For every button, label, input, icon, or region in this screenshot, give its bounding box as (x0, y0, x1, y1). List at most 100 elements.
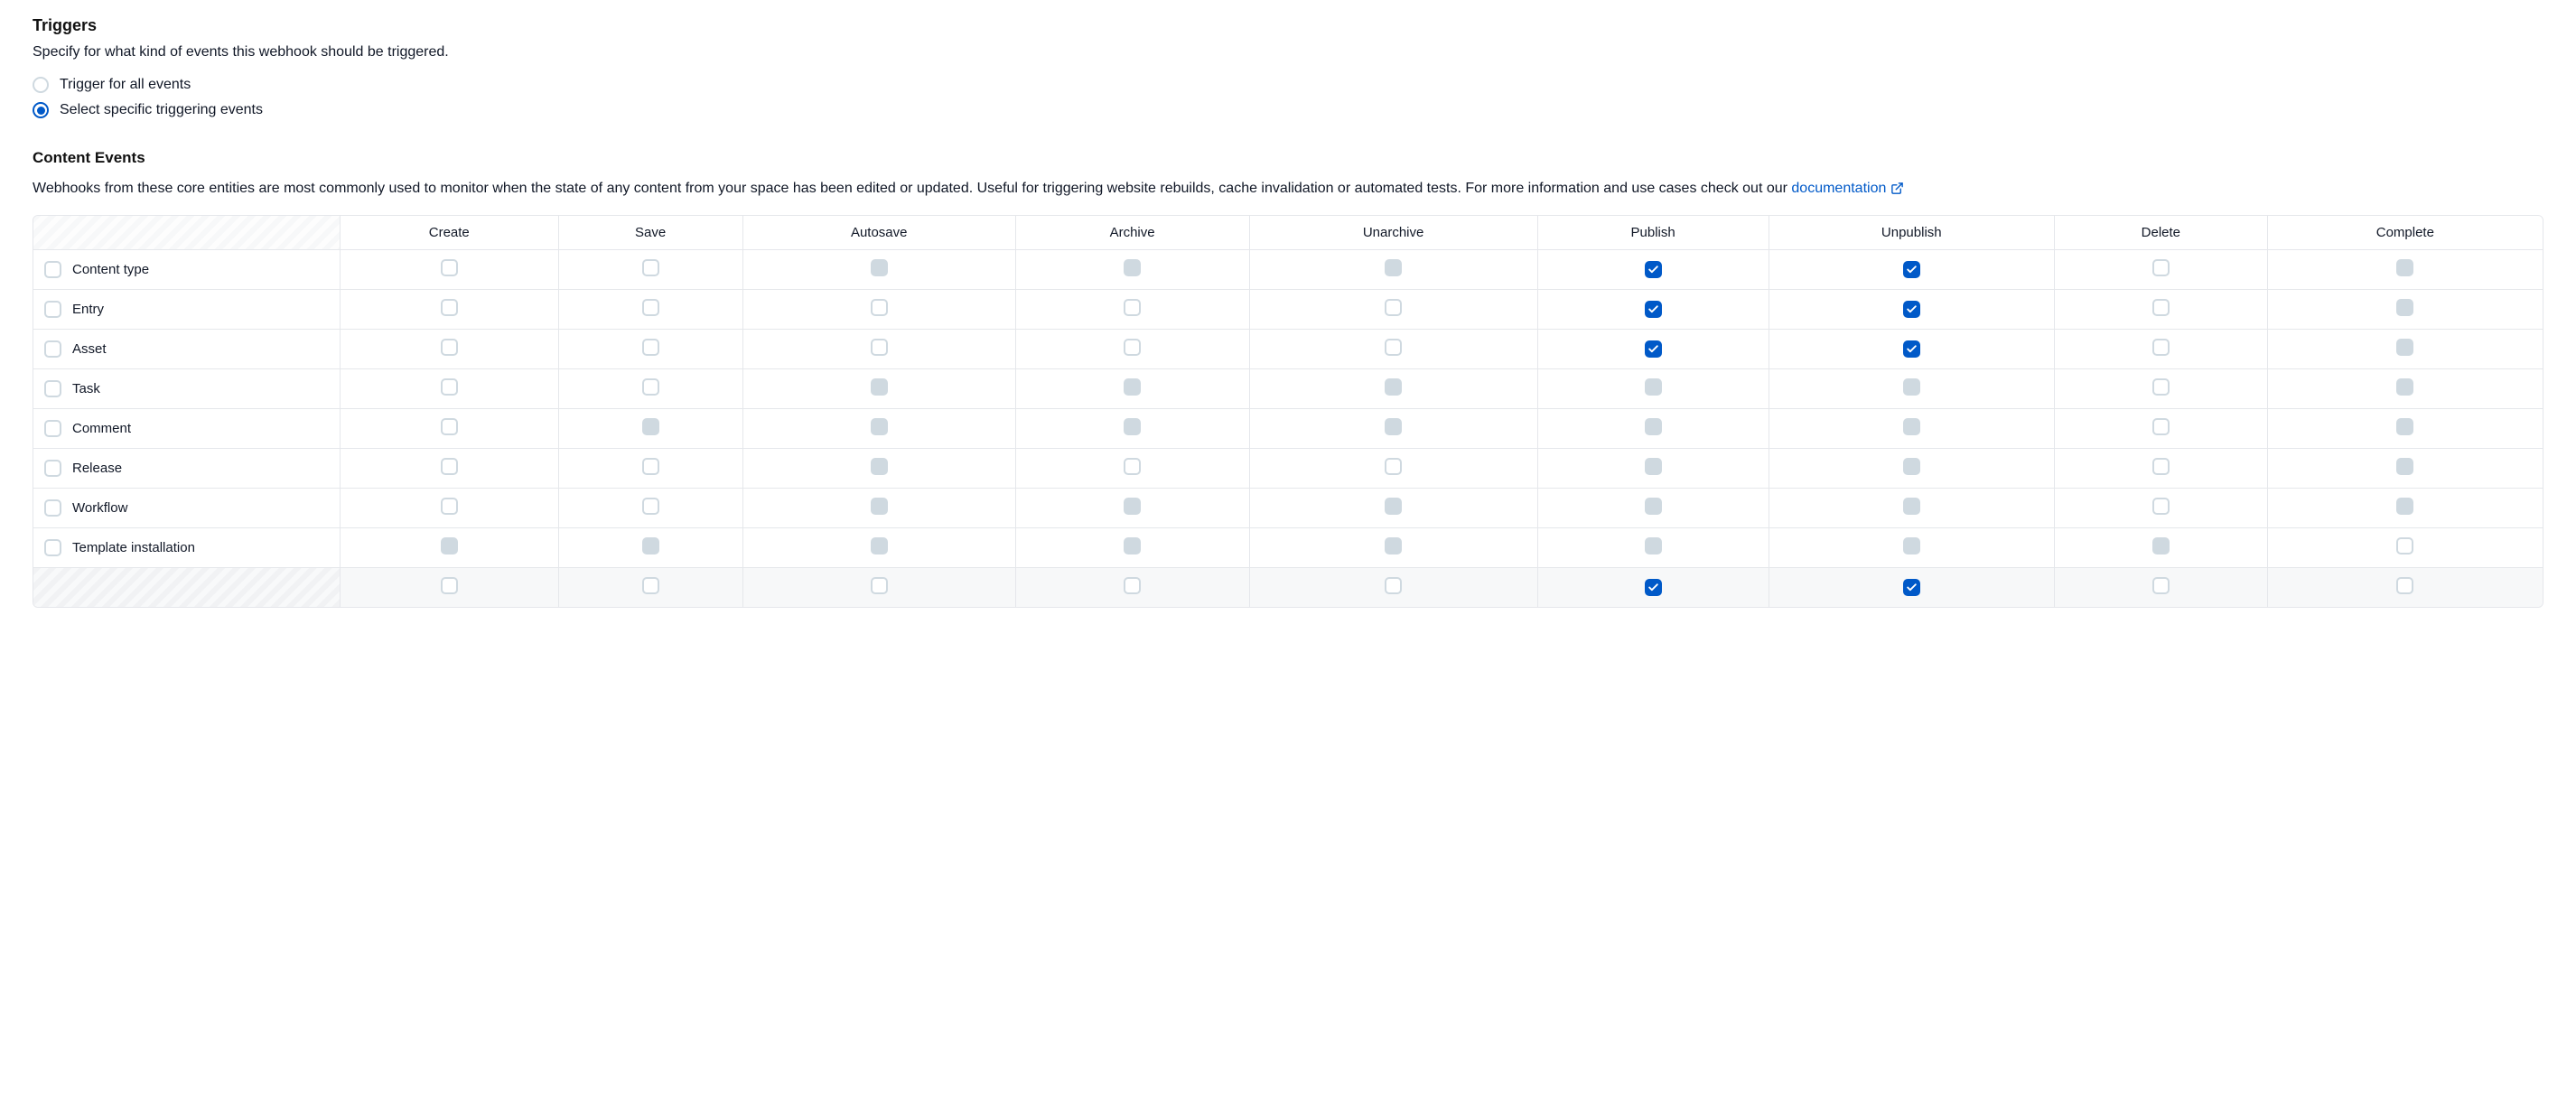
summary-cell-unpublish (1769, 568, 2055, 607)
table-row: Task (33, 369, 2543, 409)
summary-row (33, 568, 2543, 607)
checkbox-workflow-archive (1124, 498, 1141, 515)
checkbox-entry-save[interactable] (642, 299, 659, 316)
checkbox-template-installation-complete[interactable] (2396, 537, 2413, 554)
trigger-all-radio-row[interactable]: Trigger for all events (33, 77, 2543, 93)
cell-content-type-save (559, 250, 743, 290)
checkbox-asset-complete (2396, 339, 2413, 356)
cell-comment-autosave (743, 409, 1016, 449)
checkbox-asset-save[interactable] (642, 339, 659, 356)
trigger-all-radio[interactable] (33, 77, 49, 93)
cell-task-delete (2055, 369, 2268, 409)
trigger-specific-radio[interactable] (33, 102, 49, 118)
documentation-link[interactable]: documentation (1791, 178, 1904, 199)
cell-entry-delete (2055, 290, 2268, 330)
checkbox-entry-unpublish[interactable] (1903, 301, 1920, 318)
summary-checkbox-create[interactable] (441, 577, 458, 594)
row-label-text: Task (72, 381, 100, 396)
row-label-cell: Comment (33, 409, 341, 449)
trigger-specific-radio-row[interactable]: Select specific triggering events (33, 102, 2543, 118)
checkbox-entry-autosave[interactable] (871, 299, 888, 316)
external-link-icon (1890, 182, 1904, 195)
checkbox-content-type-unpublish[interactable] (1903, 261, 1920, 278)
checkbox-task-save[interactable] (642, 378, 659, 396)
cell-task-create (341, 369, 559, 409)
summary-checkbox-unpublish[interactable] (1903, 579, 1920, 596)
cell-content-type-delete (2055, 250, 2268, 290)
checkbox-content-type-create[interactable] (441, 259, 458, 276)
cell-template-installation-autosave (743, 528, 1016, 568)
checkbox-entry-create[interactable] (441, 299, 458, 316)
checkbox-release-archive[interactable] (1124, 458, 1141, 475)
row-select-comment[interactable] (44, 420, 61, 437)
summary-checkbox-complete[interactable] (2396, 577, 2413, 594)
checkbox-asset-unpublish[interactable] (1903, 340, 1920, 358)
checkbox-workflow-delete[interactable] (2152, 498, 2170, 515)
row-label-text: Comment (72, 421, 131, 436)
cell-template-installation-complete (2268, 528, 2543, 568)
row-select-workflow[interactable] (44, 499, 61, 517)
cell-template-installation-unpublish (1769, 528, 2055, 568)
row-select-asset[interactable] (44, 340, 61, 358)
checkbox-asset-create[interactable] (441, 339, 458, 356)
checkbox-workflow-unpublish (1903, 498, 1920, 515)
cell-workflow-autosave (743, 489, 1016, 528)
checkbox-content-type-publish[interactable] (1645, 261, 1662, 278)
checkbox-comment-archive (1124, 418, 1141, 435)
checkbox-template-installation-unpublish (1903, 537, 1920, 554)
checkbox-workflow-autosave (871, 498, 888, 515)
checkbox-template-installation-publish (1645, 537, 1662, 554)
checkbox-entry-archive[interactable] (1124, 299, 1141, 316)
checkbox-asset-delete[interactable] (2152, 339, 2170, 356)
checkbox-workflow-save[interactable] (642, 498, 659, 515)
checkbox-entry-delete[interactable] (2152, 299, 2170, 316)
checkbox-task-create[interactable] (441, 378, 458, 396)
checkbox-workflow-create[interactable] (441, 498, 458, 515)
summary-checkbox-autosave[interactable] (871, 577, 888, 594)
column-header-delete: Delete (2055, 216, 2268, 250)
cell-template-installation-create (341, 528, 559, 568)
summary-checkbox-delete[interactable] (2152, 577, 2170, 594)
cell-task-complete (2268, 369, 2543, 409)
checkbox-template-installation-save (642, 537, 659, 554)
cell-content-type-unpublish (1769, 250, 2055, 290)
checkbox-release-save[interactable] (642, 458, 659, 475)
summary-cell-publish (1538, 568, 1769, 607)
checkbox-entry-unarchive[interactable] (1385, 299, 1402, 316)
summary-checkbox-unarchive[interactable] (1385, 577, 1402, 594)
row-select-content-type[interactable] (44, 261, 61, 278)
row-select-entry[interactable] (44, 301, 61, 318)
checkbox-task-delete[interactable] (2152, 378, 2170, 396)
cell-comment-archive (1016, 409, 1250, 449)
checkbox-asset-unarchive[interactable] (1385, 339, 1402, 356)
row-select-template-installation[interactable] (44, 539, 61, 556)
row-select-release[interactable] (44, 460, 61, 477)
cell-entry-autosave (743, 290, 1016, 330)
row-label-text: Entry (72, 302, 104, 317)
checkbox-release-unarchive[interactable] (1385, 458, 1402, 475)
checkbox-release-complete (2396, 458, 2413, 475)
checkbox-release-create[interactable] (441, 458, 458, 475)
row-select-task[interactable] (44, 380, 61, 397)
column-header-entity (33, 216, 341, 250)
summary-checkbox-save[interactable] (642, 577, 659, 594)
cell-entry-complete (2268, 290, 2543, 330)
cell-workflow-unarchive (1250, 489, 1538, 528)
cell-comment-unpublish (1769, 409, 2055, 449)
checkbox-asset-archive[interactable] (1124, 339, 1141, 356)
summary-checkbox-archive[interactable] (1124, 577, 1141, 594)
row-label-text: Template installation (72, 540, 195, 555)
checkbox-asset-autosave[interactable] (871, 339, 888, 356)
checkbox-release-delete[interactable] (2152, 458, 2170, 475)
checkbox-comment-create[interactable] (441, 418, 458, 435)
checkbox-comment-delete[interactable] (2152, 418, 2170, 435)
checkbox-content-type-save[interactable] (642, 259, 659, 276)
checkbox-content-type-delete[interactable] (2152, 259, 2170, 276)
cell-template-installation-save (559, 528, 743, 568)
cell-asset-publish (1538, 330, 1769, 369)
checkbox-entry-publish[interactable] (1645, 301, 1662, 318)
cell-asset-autosave (743, 330, 1016, 369)
checkbox-template-installation-create (441, 537, 458, 554)
summary-checkbox-publish[interactable] (1645, 579, 1662, 596)
checkbox-asset-publish[interactable] (1645, 340, 1662, 358)
